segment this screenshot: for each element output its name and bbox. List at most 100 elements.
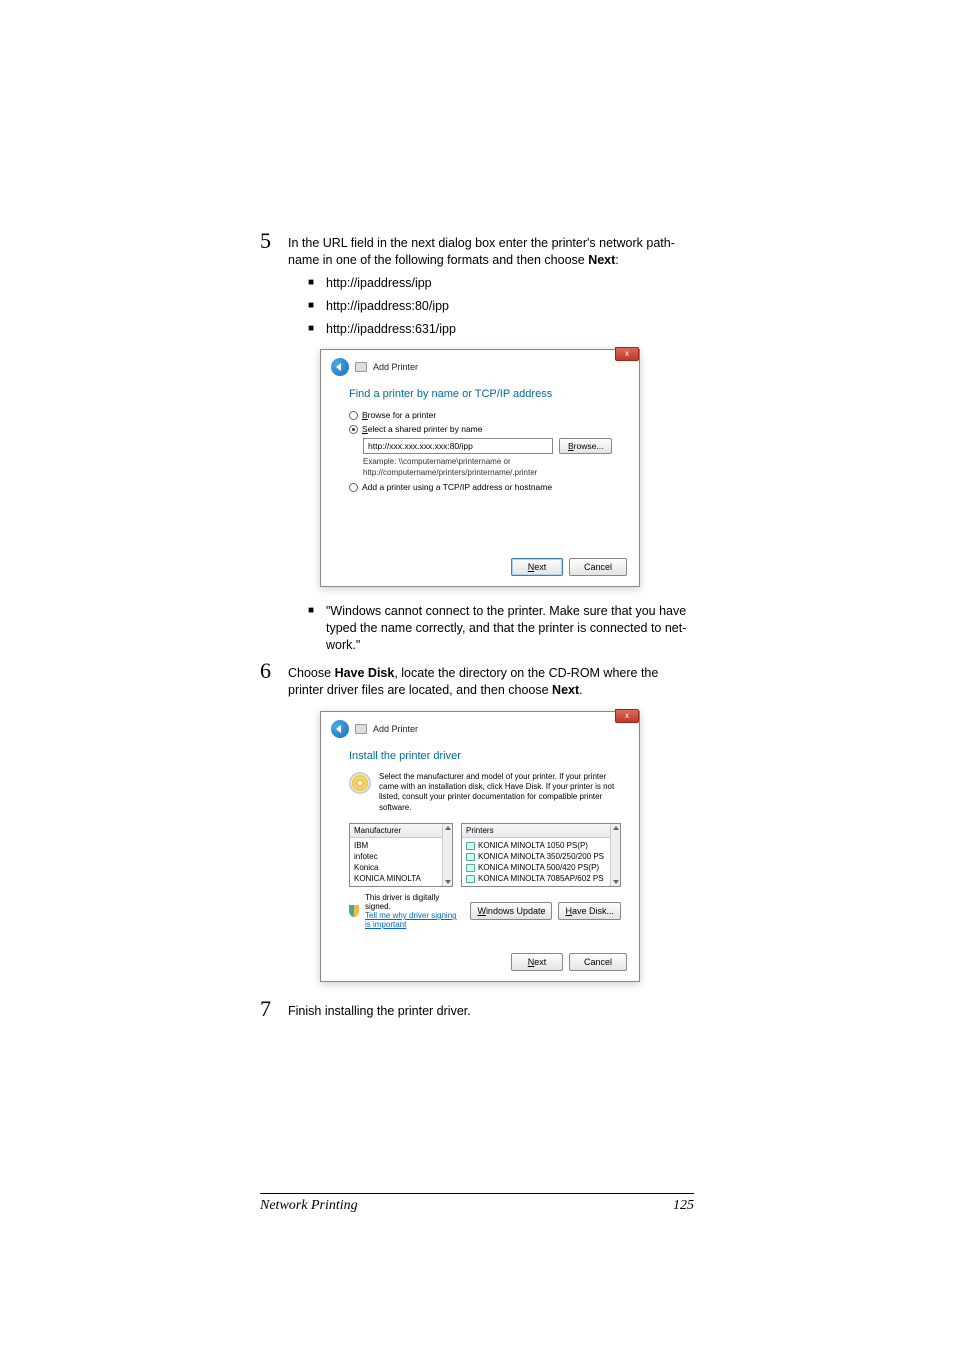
windows-update-button[interactable]: Windows Update bbox=[470, 902, 552, 920]
dialog1-wrap: x Add Printer Find a printer by name or … bbox=[320, 349, 694, 587]
signed-info: This driver is digitally signed. Tell me… bbox=[365, 893, 464, 929]
close-button[interactable]: x bbox=[615, 347, 639, 361]
dialog-body: Install the printer driver Select the ma… bbox=[321, 742, 639, 946]
step-5: 5 In the URL field in the next dialog bo… bbox=[260, 230, 694, 269]
bullet-text: http://ipaddress:80/ipp bbox=[326, 298, 449, 315]
note-text: "Windows cannot connect to the printer. … bbox=[326, 603, 694, 654]
signed-row: This driver is digitally signed. Tell me… bbox=[349, 893, 621, 929]
dialog-spacer bbox=[349, 496, 621, 538]
step6-text-c: . bbox=[579, 683, 582, 697]
scrollbar[interactable] bbox=[610, 824, 620, 886]
url-input-row: http://xxx.xxx.xxx.xxx:80/ipp Browse... bbox=[363, 438, 621, 454]
printer-model-icon bbox=[466, 853, 475, 861]
step-text: Finish installing the printer driver. bbox=[288, 998, 471, 1020]
dialog-footer: Next Cancel bbox=[321, 550, 639, 586]
listbox-items: IBM infotec Konica KONICA MINOLTA bbox=[350, 838, 452, 886]
listbox-header: Printers bbox=[462, 824, 620, 838]
printer-model-icon bbox=[466, 842, 475, 850]
install-toptext: Select the manufacturer and model of you… bbox=[379, 772, 621, 814]
radio-icon bbox=[349, 425, 358, 434]
step-number: 5 bbox=[260, 230, 288, 252]
step-text: Choose Have Disk, locate the directory o… bbox=[288, 660, 694, 699]
step-7: 7 Finish installing the printer driver. bbox=[260, 998, 694, 1020]
have-disk-button[interactable]: Have Disk... bbox=[558, 902, 621, 920]
install-top: Select the manufacturer and model of you… bbox=[349, 772, 621, 814]
page-content: 5 In the URL field in the next dialog bo… bbox=[260, 230, 694, 1026]
step6-havedisk: Have Disk bbox=[335, 666, 395, 680]
cd-icon bbox=[349, 772, 371, 794]
signed-text: This driver is digitally signed. bbox=[365, 893, 464, 911]
printer-model-icon bbox=[466, 864, 475, 872]
cancel-button[interactable]: Cancel bbox=[569, 558, 627, 576]
dialog-footer: Next Cancel bbox=[321, 945, 639, 981]
add-printer-dialog-1: x Add Printer Find a printer by name or … bbox=[320, 349, 640, 587]
radio-browse[interactable]: Browse for a printer bbox=[349, 410, 621, 420]
footer-right: 125 bbox=[673, 1198, 694, 1214]
radio-label: Select a shared printer by name bbox=[362, 424, 482, 434]
dialog-header: Add Printer bbox=[321, 712, 639, 742]
list-item[interactable]: KONICA MINOLTA 1050 PS(P) bbox=[466, 840, 616, 851]
step6-next: Next bbox=[552, 683, 579, 697]
manufacturer-listbox[interactable]: Manufacturer IBM infotec Konica KONICA M… bbox=[349, 823, 453, 887]
step5-text-b: : bbox=[615, 253, 618, 267]
list-item[interactable]: IBM bbox=[354, 840, 448, 851]
dialog2-wrap: x Add Printer Install the printer driver… bbox=[320, 711, 694, 983]
back-button[interactable] bbox=[331, 720, 349, 738]
printer-icon bbox=[355, 362, 367, 372]
bullet-text: http://ipaddress/ipp bbox=[326, 275, 432, 292]
printers-listbox[interactable]: Printers KONICA MINOLTA 1050 PS(P) KONIC… bbox=[461, 823, 621, 887]
list-item[interactable]: infotec bbox=[354, 851, 448, 862]
listbox-items: KONICA MINOLTA 1050 PS(P) KONICA MINOLTA… bbox=[462, 838, 620, 886]
close-button[interactable]: x bbox=[615, 709, 639, 723]
step5-bullets: ■ http://ipaddress/ipp ■ http://ipaddres… bbox=[308, 275, 694, 338]
tellme-link[interactable]: Tell me why driver signing is important bbox=[365, 911, 464, 929]
add-printer-dialog-2: x Add Printer Install the printer driver… bbox=[320, 711, 640, 983]
printer-icon bbox=[355, 724, 367, 734]
example-line1: Example: \\computername\printername or bbox=[363, 457, 621, 467]
step5-next: Next bbox=[588, 253, 615, 267]
step-number: 7 bbox=[260, 998, 288, 1020]
step-text: In the URL field in the next dialog box … bbox=[288, 230, 694, 269]
dialog-heading: Install the printer driver bbox=[349, 750, 621, 762]
bullet-icon: ■ bbox=[308, 321, 326, 336]
dialog-body: Find a printer by name or TCP/IP address… bbox=[321, 380, 639, 550]
bullet-row: ■ http://ipaddress:631/ipp bbox=[308, 321, 694, 338]
list-item[interactable]: KONICA MINOLTA 350/250/200 PS bbox=[466, 851, 616, 862]
list-item[interactable]: KONICA MINOLTA bbox=[354, 873, 448, 884]
dialog-header: Add Printer bbox=[321, 350, 639, 380]
bullet-row: ■ http://ipaddress:80/ipp bbox=[308, 298, 694, 315]
dialog-heading: Find a printer by name or TCP/IP address bbox=[349, 388, 621, 400]
step-number: 6 bbox=[260, 660, 288, 682]
next-button[interactable]: Next bbox=[511, 558, 563, 576]
footer-left: Network Printing bbox=[260, 1198, 358, 1214]
dialog-title: Add Printer bbox=[373, 362, 418, 372]
example-text: Example: \\computername\printername or h… bbox=[363, 457, 621, 478]
printer-url-input[interactable]: http://xxx.xxx.xxx.xxx:80/ipp bbox=[363, 438, 553, 454]
list-item[interactable]: KONICA MINOLTA 500/420 PS(P) bbox=[466, 862, 616, 873]
bullet-icon: ■ bbox=[308, 603, 326, 618]
browse-button[interactable]: Browse... bbox=[559, 438, 612, 454]
radio-icon bbox=[349, 411, 358, 420]
bullet-icon: ■ bbox=[308, 298, 326, 313]
next-button[interactable]: Next bbox=[511, 953, 563, 971]
list-item[interactable]: KONICA MINOLTA 7085AP/602 PS bbox=[466, 873, 616, 884]
update-disk-buttons: Windows Update Have Disk... bbox=[470, 902, 621, 920]
radio-label: Browse for a printer bbox=[362, 410, 436, 420]
list-item[interactable]: Konica bbox=[354, 862, 448, 873]
radio-select-shared[interactable]: Select a shared printer by name bbox=[349, 424, 621, 434]
listbox-header: Manufacturer bbox=[350, 824, 452, 838]
scrollbar[interactable] bbox=[442, 824, 452, 886]
shield-icon bbox=[349, 905, 359, 917]
radio-label: Add a printer using a TCP/IP address or … bbox=[362, 482, 552, 492]
bullet-row: ■ "Windows cannot connect to the printer… bbox=[308, 603, 694, 654]
bullet-text: http://ipaddress:631/ipp bbox=[326, 321, 456, 338]
step-6: 6 Choose Have Disk, locate the directory… bbox=[260, 660, 694, 699]
back-button[interactable] bbox=[331, 358, 349, 376]
cancel-button[interactable]: Cancel bbox=[569, 953, 627, 971]
listbox-row: Manufacturer IBM infotec Konica KONICA M… bbox=[349, 823, 621, 887]
bullet-row: ■ http://ipaddress/ipp bbox=[308, 275, 694, 292]
note-bullet-group: ■ "Windows cannot connect to the printer… bbox=[308, 603, 694, 654]
example-line2: http://computername/printers/printername… bbox=[363, 468, 621, 478]
printer-model-icon bbox=[466, 875, 475, 883]
radio-tcpip[interactable]: Add a printer using a TCP/IP address or … bbox=[349, 482, 621, 492]
